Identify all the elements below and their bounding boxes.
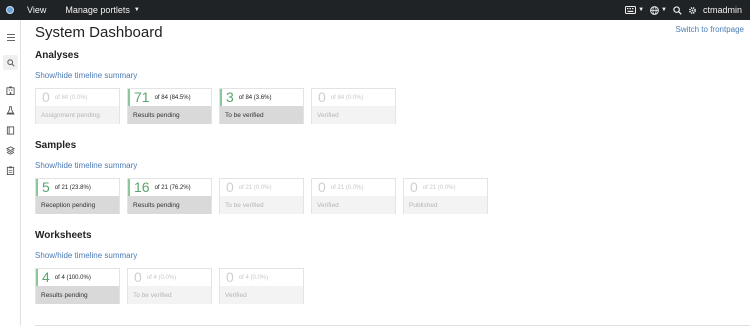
flask-icon[interactable] [3,103,18,118]
tile-count: 5 [42,179,50,195]
samples-tile-to-be-verified[interactable]: 0 of 21 (0.0%) To be verified [219,178,304,214]
tile-ratio: of 4 (0.0%) [146,274,177,281]
samples-timeline-toggle[interactable]: Show/hide timeline summary [35,161,137,170]
tile-label: Verified [312,106,395,124]
tile-label: To be verified [220,106,303,124]
building-icon[interactable] [3,83,18,98]
gear-icon[interactable] [688,6,697,15]
search-icon[interactable] [3,55,18,70]
tile-ratio: of 21 (0.0%) [238,184,272,191]
tile-count: 0 [318,179,326,195]
worksheets-tile-verified[interactable]: 0 of 4 (0.0%) Verified [219,268,304,304]
tile-count: 0 [134,269,142,285]
tile-count: 4 [42,269,50,285]
chevron-down-icon: ▼ [133,7,140,13]
app-logo-icon[interactable] [0,0,20,20]
analyses-tile-verified[interactable]: 0 of 84 (0.0%) Verified [311,88,396,124]
samples-tile-verified[interactable]: 0 of 21 (0.0%) Verified [311,178,396,214]
tile-count: 0 [226,179,234,195]
tile-ratio: of 84 (0.0%) [54,94,88,101]
tile-ratio: of 21 (0.0%) [330,184,364,191]
tile-count: 3 [226,89,234,105]
keyboard-icon[interactable]: ▼ [625,6,644,14]
tile-ratio: of 4 (100.0%) [54,274,91,281]
worksheets-tile-results-pending[interactable]: 4 of 4 (100.0%) Results pending [35,268,120,304]
tile-ratio: of 21 (23.8%) [54,184,91,191]
tile-ratio: of 21 (76.2%) [154,184,191,191]
tile-label: Verified [312,196,395,214]
tile-ratio: of 84 (84.5%) [154,94,191,101]
clipboard-icon[interactable] [3,163,18,178]
analyses-tiles: 0 of 84 (0.0%) Assignment pending 71 of 84… [35,88,396,124]
chevron-down-icon: ▼ [661,7,667,13]
main-content: System Dashboard Switch to frontpage Ana… [35,20,750,326]
tile-ratio: of 21 (0.0%) [422,184,456,191]
worksheets-timeline-toggle[interactable]: Show/hide timeline summary [35,251,137,260]
worksheets-tile-to-be-verified[interactable]: 0 of 4 (0.0%) To be verified [127,268,212,304]
menu-icon[interactable] [3,30,18,45]
tile-count: 71 [134,89,150,105]
tile-label: Assignment pending [36,106,119,124]
tile-count: 0 [410,179,418,195]
tile-label: Results pending [128,196,211,214]
manage-portlets-label: Manage portlets [65,5,130,15]
tile-ratio: of 4 (0.0%) [238,274,269,281]
tile-count: 0 [318,89,326,105]
tile-ratio: of 84 (0.0%) [330,94,364,101]
samples-tiles: 5 of 21 (23.8%) Reception pending 16 of 21… [35,178,488,214]
top-navbar: View Manage portlets ▼ ▼ ▼ ctmadmin [0,0,750,20]
tile-label: Verified [220,286,303,304]
layers-icon[interactable] [3,143,18,158]
switch-to-frontpage-link[interactable]: Switch to frontpage [676,25,744,34]
analyses-tile-to-be-verified[interactable]: 3 of 84 (3.6%) To be verified [219,88,304,124]
samples-tile-reception-pending[interactable]: 5 of 21 (23.8%) Reception pending [35,178,120,214]
tile-label: Reception pending [36,196,119,214]
tile-count: 0 [42,89,50,105]
sidebar [0,20,21,326]
analyses-timeline-toggle[interactable]: Show/hide timeline summary [35,71,137,80]
manage-portlets-menu[interactable]: Manage portlets ▼ [65,5,140,15]
tile-label: Results pending [128,106,211,124]
tile-ratio: of 84 (3.6%) [238,94,272,101]
tile-count: 0 [226,269,234,285]
analyses-section-title: Analyses [35,50,79,61]
book-icon[interactable] [3,123,18,138]
view-menu-label: View [27,5,47,15]
search-icon[interactable] [673,5,682,15]
worksheets-tiles: 4 of 4 (100.0%) Results pending 0 of 4 (0.… [35,268,304,304]
samples-tile-results-pending[interactable]: 16 of 21 (76.2%) Results pending [127,178,212,214]
samples-tile-published[interactable]: 0 of 21 (0.0%) Published [403,178,488,214]
samples-section-title: Samples [35,140,77,151]
tile-label: Results pending [36,286,119,304]
tile-label: Published [404,196,487,214]
worksheets-section-title: Worksheets [35,230,92,241]
tile-label: To be verified [220,196,303,214]
view-menu[interactable]: View [27,5,46,15]
analyses-tile-results-pending[interactable]: 71 of 84 (84.5%) Results pending [127,88,212,124]
page-title: System Dashboard [35,24,163,41]
globe-icon[interactable]: ▼ [650,5,667,15]
chevron-down-icon: ▼ [638,7,645,13]
tile-label: To be verified [128,286,211,304]
analyses-tile-assignment-pending[interactable]: 0 of 84 (0.0%) Assignment pending [35,88,120,124]
tile-count: 16 [134,179,150,195]
username-menu[interactable]: ctmadmin [703,5,742,15]
